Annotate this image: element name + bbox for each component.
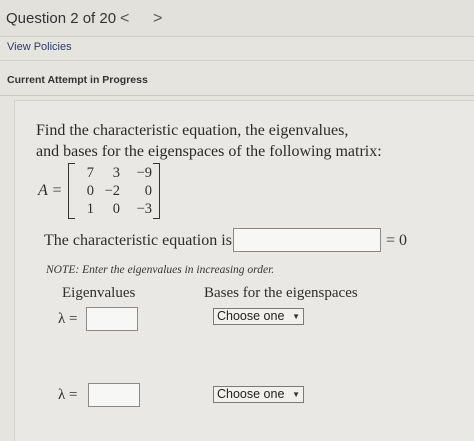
characteristic-equation-input[interactable] [233,228,381,252]
lambda-label: λ = [58,311,78,327]
question-prompt: Find the characteristic equation, the ei… [36,120,456,162]
matrix-cell: 3 [112,165,120,181]
caret-down-icon: ▼ [292,390,300,399]
question-number: Question 2 of 20 [6,10,117,27]
divider [0,95,474,96]
dropdown-selected: Choose one [217,309,285,323]
matrix-cell: −9 [136,165,152,181]
matrix-cell: 7 [86,165,94,181]
matrix-name: A = [38,182,63,199]
basis-dropdown-2[interactable]: Choose one ▼ [213,386,304,403]
eigenvalue-input-1[interactable] [86,307,138,331]
matrix-cell: 0 [144,183,152,199]
caret-down-icon: ▼ [292,312,300,321]
lambda-label: λ = [58,387,78,403]
eigenvalue-input-2[interactable] [88,383,140,407]
equals-zero-label: = 0 [386,232,408,249]
attempt-status: Current Attempt in Progress [7,74,148,86]
eigenvalues-header: Eigenvalues [62,285,136,301]
matrix: 7 3 −9 0 −2 0 1 0 −3 [68,163,160,219]
matrix-cell: 1 [86,201,94,217]
matrix-cell: 0 [86,183,94,199]
chevron-right-icon[interactable]: > [153,10,162,28]
note-text: NOTE: Enter the eigenvalues in increasin… [46,264,275,276]
basis-dropdown-1[interactable]: Choose one ▼ [213,308,304,325]
view-policies-link[interactable]: View Policies [7,41,72,53]
divider [0,60,474,61]
characteristic-equation-label: The characteristic equation is [44,232,232,249]
matrix-cell: −2 [104,183,120,199]
divider [0,36,474,37]
dropdown-selected: Choose one [217,387,285,401]
prompt-line-2: and bases for the eigenspaces of the fol… [36,143,382,160]
matrix-cell: −3 [136,201,152,217]
chevron-left-icon[interactable]: < [120,10,129,28]
matrix-cell: 0 [112,201,120,217]
bases-header: Bases for the eigenspaces [204,285,358,301]
prompt-line-1: Find the characteristic equation, the ei… [36,122,349,139]
right-bracket [153,163,160,219]
